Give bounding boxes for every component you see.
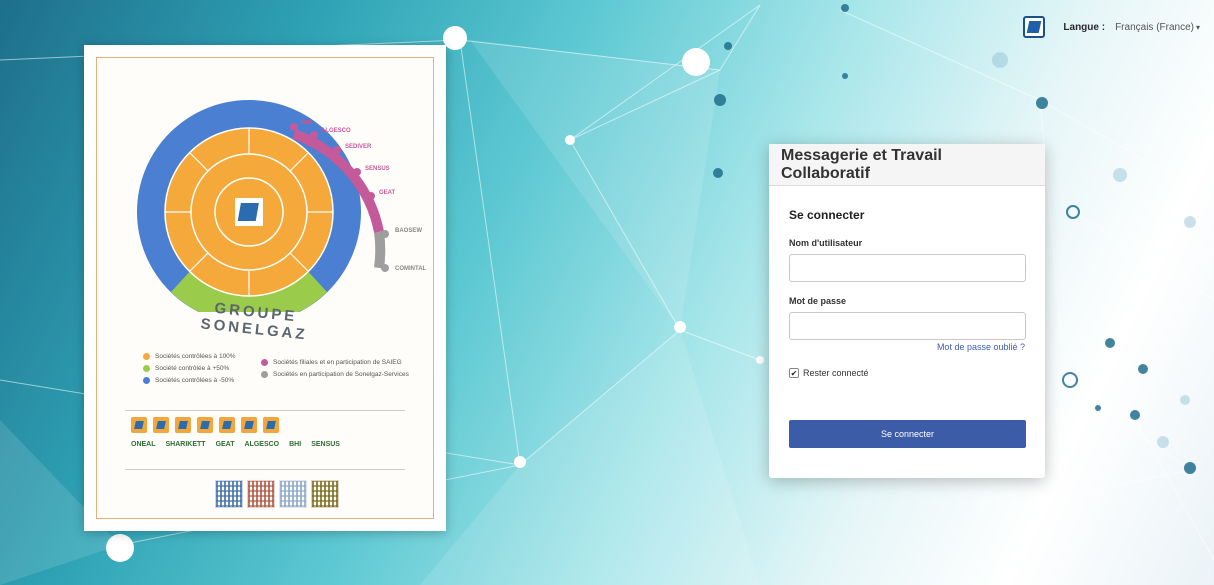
- qr-code-icon: [279, 480, 307, 508]
- legend-text: Société contrôlée à +50%: [155, 364, 230, 372]
- company-logo-icon: [153, 417, 169, 433]
- legend-item: Société contrôlée à +50%: [143, 362, 236, 374]
- login-title: Messagerie et Travail Collaboratif: [769, 144, 1045, 186]
- brand-name: ALGESCO: [244, 441, 280, 448]
- legend-dot-icon: [143, 376, 150, 384]
- company-logo-icon: [263, 417, 279, 433]
- brand-name: ONEAL: [131, 441, 156, 448]
- remember-me-option[interactable]: ✔ Rester connecté: [789, 368, 1025, 378]
- login-submit-button[interactable]: Se connecter: [789, 420, 1026, 448]
- poster-label-2: ALGESCO: [321, 128, 351, 134]
- legend-dot-icon: [143, 352, 150, 360]
- brand-name-row: ONEAL SHARIKETT GEAT ALGESCO BHI SENSUS: [125, 433, 405, 448]
- qr-code-icon: [215, 480, 243, 508]
- legend-text: Sociétés contrôlées à -50%: [155, 376, 235, 384]
- remember-me-label: Rester connecté: [803, 368, 869, 378]
- company-logo-icon: [175, 417, 191, 433]
- brand-name: BHI: [289, 441, 302, 448]
- language-bar: Langue : Français (France) ▾: [1023, 14, 1200, 40]
- legend-dot-icon: [261, 370, 268, 378]
- qr-code-icon: [311, 480, 339, 508]
- company-logo-icon: [219, 417, 235, 433]
- legend-text: Sociétés en participation de Sonelgaz-Se…: [273, 370, 409, 378]
- brand-logo-row: [125, 411, 405, 433]
- poster-label-5: GEAT: [379, 190, 396, 196]
- grey-arc: [374, 231, 386, 269]
- poster-legend-right: Sociétés filiales et en participation de…: [261, 356, 409, 380]
- app-logo-icon: [1023, 16, 1046, 38]
- poster-label-3: SEDIVER: [345, 144, 372, 150]
- password-input[interactable]: [789, 312, 1026, 340]
- login-card: Messagerie et Travail Collaboratif Se co…: [769, 144, 1045, 478]
- sonelgaz-group-poster: BHI ALGESCO SEDIVER SENSUS GEAT BAOSEW C…: [84, 45, 446, 531]
- brand-logos-strip: ONEAL SHARIKETT GEAT ALGESCO BHI SENSUS: [125, 410, 405, 470]
- poster-label-7: COMINTAL: [395, 266, 427, 272]
- poster-label-4: SENSUS: [365, 166, 390, 172]
- login-form: Se connecter Nom d'utilisateur Mot de pa…: [769, 186, 1045, 448]
- qr-codes: [215, 480, 339, 508]
- poster-frame: BHI ALGESCO SEDIVER SENSUS GEAT BAOSEW C…: [96, 57, 434, 519]
- language-selected-value: Français (France): [1115, 21, 1194, 33]
- poster-legend-left: Sociétés contrôlées à 100% Société contr…: [143, 350, 236, 386]
- poster-label-6: BAOSEW: [395, 228, 422, 234]
- remember-me-checkbox[interactable]: ✔: [789, 368, 799, 378]
- username-input[interactable]: [789, 254, 1026, 282]
- forgot-password-link[interactable]: Mot de passe oublié ?: [789, 342, 1025, 352]
- password-label: Mot de passe: [789, 296, 847, 306]
- legend-item: Sociétés contrôlées à 100%: [143, 350, 236, 362]
- brand-name: GEAT: [215, 441, 235, 448]
- username-label: Nom d'utilisateur: [789, 238, 863, 248]
- caret-down-icon: ▾: [1195, 22, 1200, 32]
- language-selector[interactable]: Français (France) ▾: [1115, 22, 1200, 33]
- legend-item: Sociétés filiales et en participation de…: [261, 356, 409, 368]
- brand-name: SENSUS: [311, 441, 340, 448]
- qr-code-icon: [247, 480, 275, 508]
- legend-item: Sociétés contrôlées à -50%: [143, 374, 236, 386]
- legend-dot-icon: [261, 358, 268, 366]
- legend-item: Sociétés en participation de Sonelgaz-Se…: [261, 368, 409, 380]
- group-wheel-diagram: BHI ALGESCO SEDIVER SENSUS GEAT BAOSEW C…: [137, 100, 427, 312]
- legend-text: Sociétés contrôlées à 100%: [155, 352, 236, 360]
- company-logo-icon: [197, 417, 213, 433]
- login-subtitle: Se connecter: [789, 208, 865, 222]
- brand-name: SHARIKETT: [165, 441, 206, 448]
- legend-text: Sociétés filiales et en participation de…: [273, 358, 402, 366]
- legend-dot-icon: [143, 364, 150, 372]
- poster-label-1: BHI: [301, 120, 312, 126]
- company-logo-icon: [241, 417, 257, 433]
- company-logo-icon: [131, 417, 147, 433]
- language-label: Langue :: [1063, 21, 1106, 33]
